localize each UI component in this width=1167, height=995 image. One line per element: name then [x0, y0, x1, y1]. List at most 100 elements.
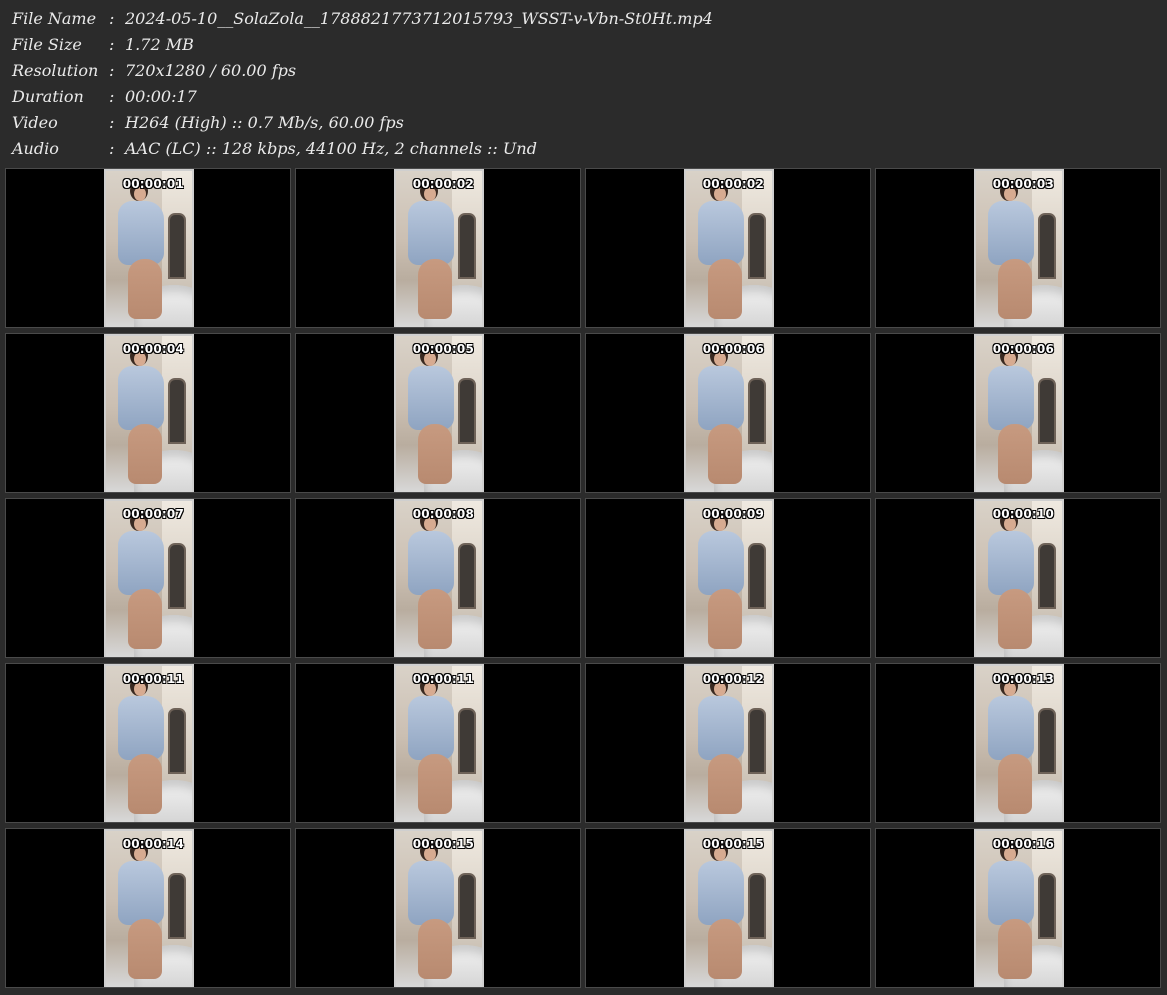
- window: [458, 213, 476, 279]
- thumbnail-cell[interactable]: 00:00:06: [585, 333, 871, 493]
- video-frame: 00:00:15: [394, 829, 484, 987]
- shirt: [988, 201, 1034, 265]
- shirt: [698, 861, 744, 925]
- thumbnail-cell[interactable]: 00:00:01: [5, 168, 291, 328]
- thumbnail-cell[interactable]: 00:00:16: [875, 828, 1161, 988]
- info-value: 00:00:17: [125, 87, 197, 106]
- video-frame: 00:00:06: [974, 334, 1064, 492]
- info-label: Audio: [12, 139, 59, 158]
- person-figure: [406, 676, 460, 816]
- person-figure: [406, 841, 460, 981]
- person-figure: [696, 511, 750, 651]
- person-figure: [986, 346, 1040, 486]
- video-frame: 00:00:06: [684, 334, 774, 492]
- info-value: AAC (LC) :: 128 kbps, 44100 Hz, 2 channe…: [125, 139, 537, 158]
- info-row-resolution: Resolution : 720x1280 / 60.00 fps: [12, 58, 1152, 84]
- info-row-duration: Duration : 00:00:17: [12, 84, 1152, 110]
- video-frame: 00:00:03: [974, 169, 1064, 327]
- info-separator: :: [109, 9, 115, 28]
- frame-timestamp: 00:00:01: [122, 177, 184, 191]
- shirt: [118, 201, 164, 265]
- window: [458, 378, 476, 444]
- legs: [128, 259, 162, 319]
- window: [168, 213, 186, 279]
- thumbnail-cell[interactable]: 00:00:02: [295, 168, 581, 328]
- thumbnail-cell[interactable]: 00:00:09: [585, 498, 871, 658]
- shirt: [698, 531, 744, 595]
- window: [1038, 543, 1056, 609]
- shirt: [118, 531, 164, 595]
- person-figure: [696, 181, 750, 321]
- shirt: [698, 696, 744, 760]
- window: [458, 873, 476, 939]
- thumbnail-cell[interactable]: 00:00:10: [875, 498, 1161, 658]
- frame-timestamp: 00:00:16: [992, 837, 1054, 851]
- thumbnail-cell[interactable]: 00:00:11: [295, 663, 581, 823]
- video-frame: 00:00:08: [394, 499, 484, 657]
- window: [748, 378, 766, 444]
- thumbnail-cell[interactable]: 00:00:15: [295, 828, 581, 988]
- legs: [998, 259, 1032, 319]
- video-frame: 00:00:02: [684, 169, 774, 327]
- thumbnail-cell[interactable]: 00:00:03: [875, 168, 1161, 328]
- thumbnail-cell[interactable]: 00:00:02: [585, 168, 871, 328]
- info-value: 2024-05-10__SolaZola__178882177371201579…: [125, 9, 713, 28]
- person-figure: [986, 511, 1040, 651]
- thumbnail-cell[interactable]: 00:00:15: [585, 828, 871, 988]
- info-separator: :: [109, 35, 115, 54]
- thumbnail-cell[interactable]: 00:00:04: [5, 333, 291, 493]
- person-figure: [986, 181, 1040, 321]
- info-separator: :: [109, 61, 115, 80]
- frame-timestamp: 00:00:11: [412, 672, 474, 686]
- video-frame: 00:00:01: [104, 169, 194, 327]
- person-figure: [696, 346, 750, 486]
- frame-timestamp: 00:00:11: [122, 672, 184, 686]
- info-row-audio: Audio : AAC (LC) :: 128 kbps, 44100 Hz, …: [12, 136, 1152, 162]
- legs: [708, 259, 742, 319]
- info-label: Resolution: [12, 61, 99, 80]
- video-frame: 00:00:16: [974, 829, 1064, 987]
- video-frame: 00:00:14: [104, 829, 194, 987]
- shirt: [408, 531, 454, 595]
- thumbnail-cell[interactable]: 00:00:12: [585, 663, 871, 823]
- shirt: [408, 366, 454, 430]
- video-frame: 00:00:07: [104, 499, 194, 657]
- thumbnail-cell[interactable]: 00:00:11: [5, 663, 291, 823]
- frame-timestamp: 00:00:07: [122, 507, 184, 521]
- video-frame: 00:00:09: [684, 499, 774, 657]
- frame-timestamp: 00:00:02: [412, 177, 474, 191]
- thumbnail-cell[interactable]: 00:00:14: [5, 828, 291, 988]
- legs: [708, 424, 742, 484]
- shirt: [988, 366, 1034, 430]
- video-frame: 00:00:10: [974, 499, 1064, 657]
- shirt: [698, 366, 744, 430]
- video-frame: 00:00:02: [394, 169, 484, 327]
- person-figure: [986, 676, 1040, 816]
- info-label: Duration: [12, 87, 84, 106]
- window: [458, 708, 476, 774]
- thumbnail-cell[interactable]: 00:00:06: [875, 333, 1161, 493]
- frame-timestamp: 00:00:08: [412, 507, 474, 521]
- frame-timestamp: 00:00:15: [412, 837, 474, 851]
- legs: [418, 754, 452, 814]
- contact-sheet: File Name : 2024-05-10__SolaZola__178882…: [0, 0, 1167, 995]
- legs: [998, 589, 1032, 649]
- info-separator: :: [109, 139, 115, 158]
- thumbnail-cell[interactable]: 00:00:07: [5, 498, 291, 658]
- thumbnail-cell[interactable]: 00:00:05: [295, 333, 581, 493]
- person-figure: [986, 841, 1040, 981]
- info-label: File Name: [12, 9, 97, 28]
- shirt: [118, 861, 164, 925]
- window: [748, 873, 766, 939]
- thumbnail-cell[interactable]: 00:00:13: [875, 663, 1161, 823]
- thumbnail-cell[interactable]: 00:00:08: [295, 498, 581, 658]
- frame-timestamp: 00:00:15: [702, 837, 764, 851]
- shirt: [408, 861, 454, 925]
- video-frame: 00:00:12: [684, 664, 774, 822]
- window: [1038, 873, 1056, 939]
- legs: [998, 754, 1032, 814]
- frame-timestamp: 00:00:06: [992, 342, 1054, 356]
- info-label: Video: [12, 113, 58, 132]
- frame-timestamp: 00:00:02: [702, 177, 764, 191]
- info-row-video: Video : H264 (High) :: 0.7 Mb/s, 60.00 f…: [12, 110, 1152, 136]
